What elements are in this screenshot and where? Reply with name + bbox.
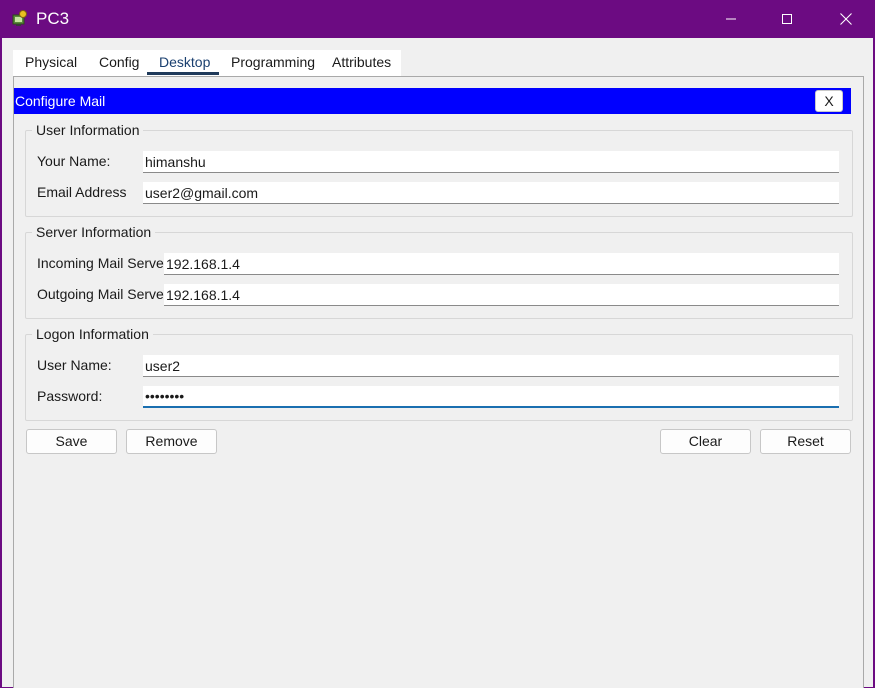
minimize-button[interactable] (703, 0, 759, 38)
user-information-legend: User Information (32, 122, 144, 138)
incoming-mail-server-input[interactable] (164, 253, 839, 275)
clear-button[interactable]: Clear (660, 429, 751, 454)
your-name-label: Your Name: (37, 153, 111, 169)
logon-information-group: Logon Information User Name: Password: (25, 326, 853, 421)
minimize-icon (726, 18, 736, 20)
password-label: Password: (37, 388, 103, 404)
password-input[interactable] (143, 386, 839, 408)
remove-button[interactable]: Remove (126, 429, 217, 454)
user-information-group: User Information Your Name: Email Addres… (25, 122, 853, 217)
close-window-button[interactable] (818, 0, 874, 38)
outgoing-mail-server-input[interactable] (164, 284, 839, 306)
configure-mail-header: Configure Mail X (14, 88, 851, 114)
server-information-legend: Server Information (32, 224, 156, 240)
maximize-icon (782, 14, 792, 24)
tab-attributes[interactable]: Attributes (332, 50, 391, 76)
save-button[interactable]: Save (26, 429, 117, 454)
tab-physical[interactable]: Physical (25, 50, 77, 76)
packet-tracer-pc-icon (10, 9, 30, 29)
close-mail-button[interactable]: X (815, 90, 843, 112)
server-information-group: Server Information Incoming Mail Server … (25, 224, 853, 319)
incoming-mail-server-label: Incoming Mail Server (37, 255, 169, 271)
configure-mail-title: Configure Mail (15, 93, 106, 109)
your-name-input[interactable] (143, 151, 839, 173)
logon-information-legend: Logon Information (32, 326, 153, 342)
active-tab-indicator (147, 72, 219, 75)
close-icon (840, 13, 852, 25)
reset-button[interactable]: Reset (760, 429, 851, 454)
window-client-area: Physical Config Desktop Programming Attr… (2, 38, 873, 688)
maximize-button[interactable] (759, 0, 815, 38)
outgoing-mail-server-label: Outgoing Mail Server (37, 286, 169, 302)
user-name-input[interactable] (143, 355, 839, 377)
window-title: PC3 (36, 9, 70, 28)
title-bar: PC3 (0, 0, 875, 38)
user-name-label: User Name: (37, 357, 112, 373)
email-address-input[interactable] (143, 182, 839, 204)
tab-config[interactable]: Config (99, 50, 139, 76)
tab-programming[interactable]: Programming (231, 50, 315, 76)
email-address-label: Email Address (37, 184, 127, 200)
